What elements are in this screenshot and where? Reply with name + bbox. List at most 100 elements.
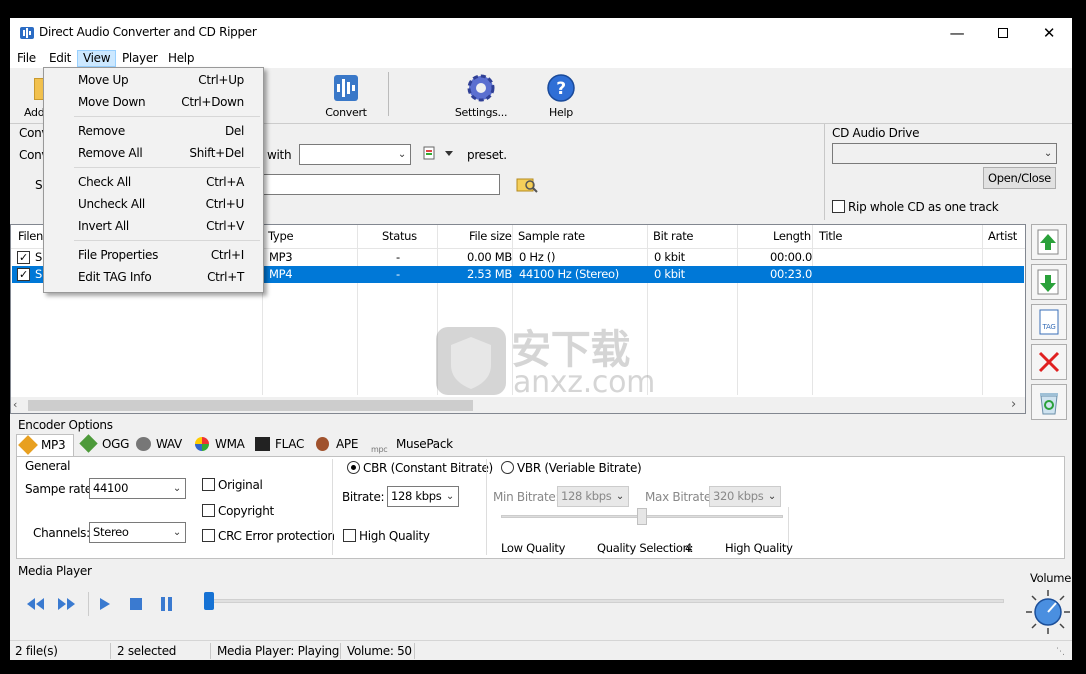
main-window: Direct Audio Converter and CD Ripper — ✕… — [10, 18, 1072, 660]
ape-icon — [316, 437, 329, 451]
col-bit-rate[interactable]: Bit rate — [653, 229, 694, 243]
col-artist[interactable]: Artist — [988, 229, 1017, 243]
col-file-size[interactable]: File size — [469, 229, 512, 243]
menu-item-edit-tag[interactable]: Edit TAG Info Ctrl+T — [45, 266, 262, 288]
original-checkbox[interactable] — [202, 478, 215, 491]
row-bitrate: 0 kbit — [654, 250, 685, 264]
menu-item-move-up[interactable]: Move Up Ctrl+Up — [45, 69, 262, 91]
maximize-button[interactable] — [980, 18, 1026, 48]
minimize-button[interactable]: — — [934, 18, 980, 48]
close-button[interactable]: ✕ — [1026, 18, 1072, 48]
convert-button[interactable]: Convert — [311, 72, 381, 120]
tab-flac[interactable]: FLAC — [253, 434, 305, 454]
tab-mp3[interactable]: MP3 — [16, 434, 74, 456]
open-close-button[interactable]: Open/Close — [983, 167, 1056, 189]
volume-label: Volume — [1030, 571, 1071, 585]
quality-selection-value: 4 — [685, 541, 693, 555]
prev-button[interactable] — [26, 597, 46, 614]
menu-item-check-all[interactable]: Check All Ctrl+A — [45, 171, 262, 193]
max-bitrate-label: Max Bitrate: — [645, 490, 715, 504]
general-title: General — [25, 459, 71, 473]
crc-checkbox[interactable] — [202, 529, 215, 542]
bitrate-value: 128 kbps — [391, 489, 442, 503]
volume-knob[interactable] — [1024, 588, 1072, 639]
move-down-button[interactable] — [1031, 264, 1067, 300]
menu-item-uncheck-all[interactable]: Uncheck All Ctrl+U — [45, 193, 262, 215]
tab-ogg[interactable]: OGG — [78, 434, 133, 454]
copyright-checkbox[interactable] — [202, 504, 215, 517]
vbr-radio[interactable] — [501, 461, 514, 474]
pause-button[interactable] — [161, 597, 173, 614]
low-quality-label: Low Quality — [501, 541, 566, 555]
col-sample-rate[interactable]: Sample rate — [518, 229, 585, 243]
edit-tag-button[interactable]: TAG — [1031, 304, 1067, 340]
quality-selection-label: Quality Selection: — [597, 541, 694, 555]
help-icon: ? — [546, 73, 576, 106]
scroll-right-arrow[interactable]: › — [1011, 397, 1016, 412]
help-button[interactable]: ? Help — [526, 72, 596, 120]
cd-drive-select[interactable]: ⌄ — [832, 143, 1057, 164]
preset-select[interactable]: ⌄ — [299, 144, 411, 165]
rip-whole-checkbox[interactable] — [832, 200, 845, 213]
menu-help[interactable]: Help — [163, 50, 199, 67]
bitrate-select[interactable]: 128 kbps ⌄ — [387, 486, 459, 507]
scroll-thumb[interactable] — [28, 400, 473, 411]
channels-select[interactable]: Stereo ⌄ — [89, 522, 186, 543]
output-folder-input[interactable] — [263, 174, 500, 195]
menu-item-remove[interactable]: Remove Del — [45, 120, 262, 142]
min-bitrate-select[interactable]: 128 kbps ⌄ — [557, 486, 629, 507]
col-title[interactable]: Title — [819, 229, 842, 243]
menu-view[interactable]: View — [77, 50, 117, 67]
play-button[interactable] — [99, 597, 111, 614]
menu-item-remove-all[interactable]: Remove All Shift+Del — [45, 142, 262, 164]
move-up-button[interactable] — [1031, 224, 1067, 260]
tab-mp3-label: MP3 — [41, 438, 66, 452]
fast-forward-icon — [58, 598, 75, 610]
tab-ape[interactable]: APE — [314, 434, 362, 454]
ogg-icon — [79, 434, 98, 453]
settings-button[interactable]: Settings... — [446, 72, 516, 120]
row-size: 0.00 MB — [467, 250, 512, 264]
menu-item-shortcut: Ctrl+A — [206, 175, 244, 189]
cbr-radio[interactable] — [347, 461, 360, 474]
browse-folder-icon[interactable] — [516, 175, 538, 196]
col-status[interactable]: Status — [382, 229, 417, 243]
seek-thumb[interactable] — [204, 592, 214, 610]
menu-edit[interactable]: Edit — [44, 50, 76, 67]
quality-slider-thumb[interactable] — [637, 508, 647, 525]
max-bitrate-select[interactable]: 320 kbps ⌄ — [709, 486, 781, 507]
next-button[interactable] — [56, 597, 76, 614]
recycle-button[interactable] — [1031, 384, 1067, 420]
tab-wav[interactable]: WAV — [134, 434, 192, 454]
pause-icon — [161, 597, 172, 611]
seek-bar[interactable] — [204, 599, 1004, 603]
cd-panel: CD Audio Drive ⌄ Open/Close Rip whole CD… — [825, 125, 1072, 221]
stop-button[interactable] — [130, 598, 142, 613]
status-divider — [210, 643, 211, 659]
sample-rate-select[interactable]: 44100 ⌄ — [89, 478, 186, 499]
col-length[interactable]: Length — [773, 229, 811, 243]
menu-player[interactable]: Player — [117, 50, 163, 67]
scroll-left-arrow[interactable]: ‹ — [13, 398, 17, 411]
row-checkbox[interactable]: ✓ — [17, 251, 30, 264]
remove-button[interactable] — [1031, 344, 1067, 380]
horizontal-scrollbar[interactable]: ‹ › — [11, 397, 1025, 413]
tab-wma[interactable]: WMA — [193, 434, 251, 454]
high-quality-checkbox[interactable] — [343, 529, 356, 542]
status-divider — [110, 643, 111, 659]
row-checkbox[interactable]: ✓ — [17, 268, 30, 281]
preset-menu-icon[interactable] — [423, 146, 455, 162]
stop-icon — [130, 598, 142, 610]
tab-musepack[interactable]: mpc MusePack — [369, 434, 454, 454]
menu-item-file-properties[interactable]: File Properties Ctrl+I — [45, 244, 262, 266]
move-down-icon — [1037, 269, 1059, 295]
menu-file[interactable]: File — [12, 50, 41, 67]
resize-grip[interactable]: ⋱ — [1056, 647, 1065, 657]
convert-label-3: S — [35, 178, 43, 192]
move-up-icon — [1037, 229, 1059, 255]
menu-item-move-down[interactable]: Move Down Ctrl+Down — [45, 91, 262, 113]
row-length: 00:00.0 — [770, 250, 813, 264]
row-status: - — [396, 250, 400, 264]
menu-item-invert-all[interactable]: Invert All Ctrl+V — [45, 215, 262, 237]
col-type[interactable]: Type — [268, 229, 294, 243]
